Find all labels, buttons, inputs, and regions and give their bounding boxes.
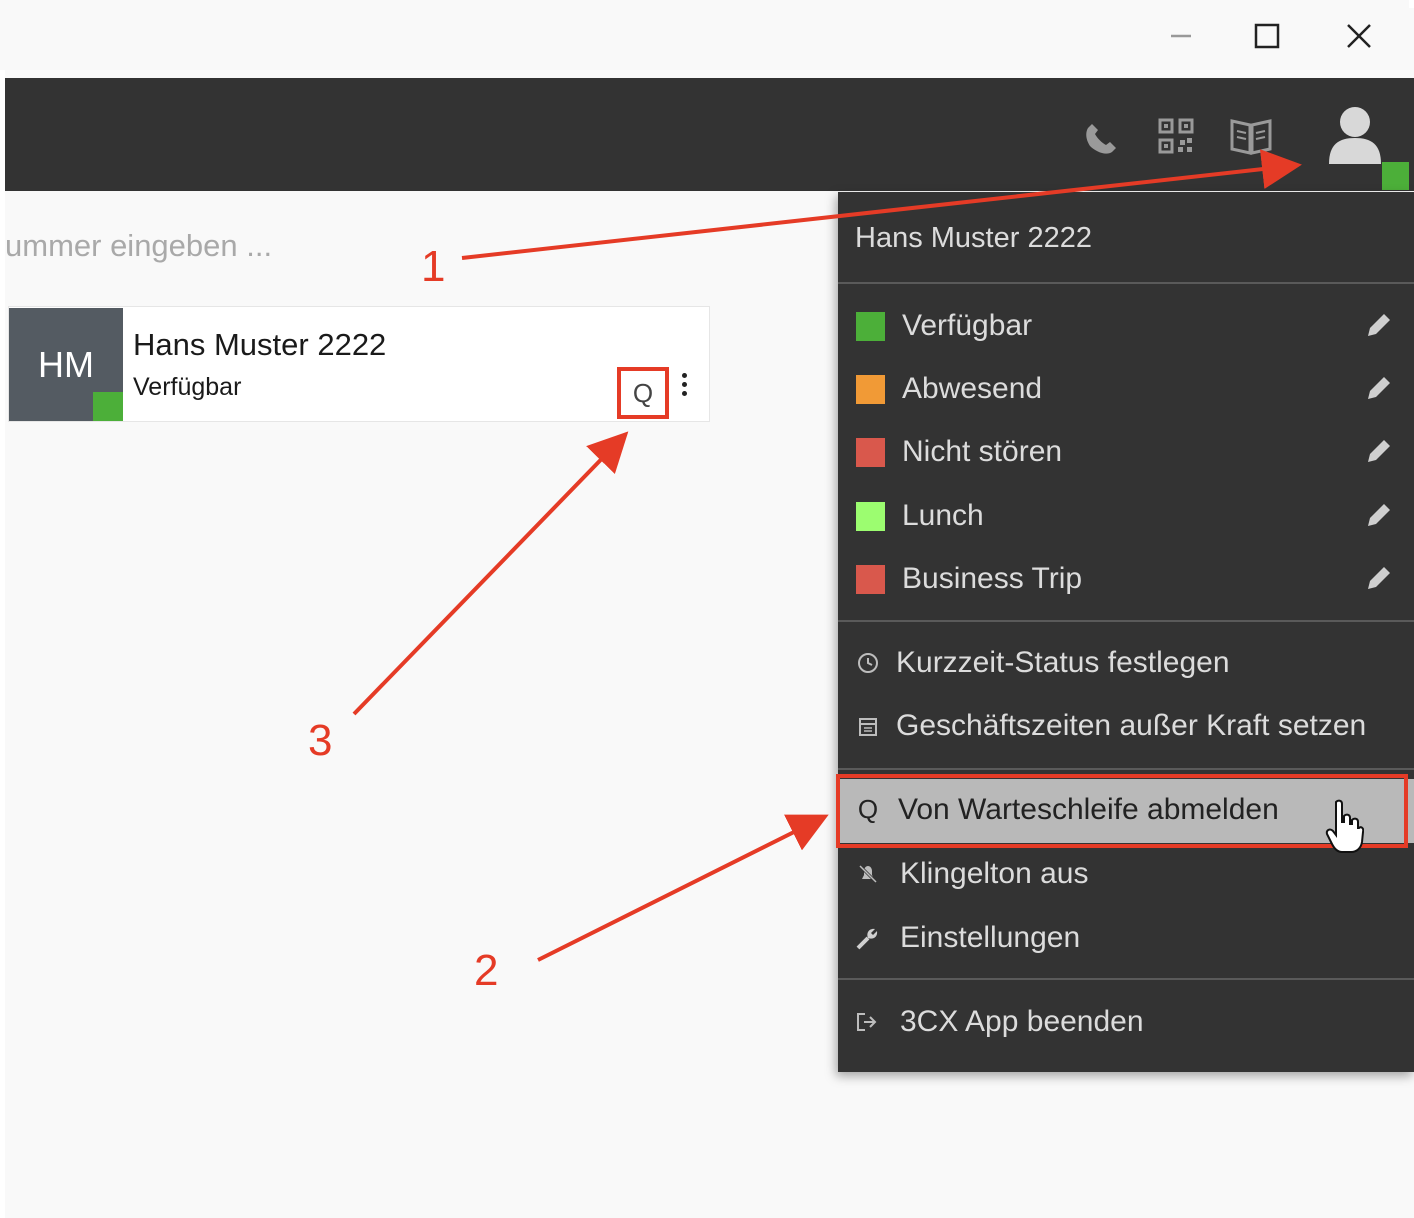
status-item-abwesend[interactable]: Abwesend <box>838 359 1414 421</box>
pencil-icon[interactable] <box>1364 436 1394 466</box>
status-label: Verfügbar <box>902 309 1033 342</box>
status-color-swatch <box>856 438 885 467</box>
avatar-initials: HM <box>38 343 94 385</box>
wrench-icon <box>854 924 882 952</box>
exit-icon <box>854 1008 882 1036</box>
menu-item-app-beenden[interactable]: 3CX App beenden <box>838 992 1414 1054</box>
menu-item-klingelton-aus[interactable]: Klingelton aus <box>838 844 1414 906</box>
bell-off-icon <box>854 860 882 888</box>
status-item-verfuegbar[interactable]: Verfügbar <box>838 296 1414 358</box>
menu-item-kurzzeit-status[interactable]: Kurzzeit-Status festlegen <box>838 633 1414 695</box>
clock-icon <box>854 649 882 677</box>
menu-user-name: Hans Muster 2222 <box>855 222 1092 254</box>
pencil-icon[interactable] <box>1364 500 1394 530</box>
menu-item-label: Klingelton aus <box>900 857 1089 890</box>
search-placeholder: ummer eingeben ... <box>5 228 273 263</box>
app-header <box>5 78 1414 191</box>
status-item-nicht-stoeren[interactable]: Nicht stören <box>838 422 1414 484</box>
more-options-icon[interactable] <box>678 373 690 403</box>
phonebook-icon[interactable] <box>1226 112 1276 160</box>
menu-divider <box>838 282 1414 284</box>
menu-divider <box>838 768 1414 770</box>
minimize-icon[interactable] <box>1158 18 1204 54</box>
menu-item-label: Einstellungen <box>900 921 1081 954</box>
status-color-swatch <box>856 312 885 341</box>
calendar-icon <box>854 712 882 740</box>
menu-item-label: 3CX App beenden <box>900 1005 1144 1038</box>
user-avatar-icon[interactable] <box>1322 102 1388 168</box>
maximize-icon[interactable] <box>1244 18 1290 54</box>
status-label: Abwesend <box>902 372 1043 405</box>
pencil-icon[interactable] <box>1364 373 1394 403</box>
annotation-number-3: 3 <box>308 716 333 765</box>
menu-item-geschaeftszeiten[interactable]: Geschäftszeiten außer Kraft setzen <box>838 696 1414 758</box>
pencil-icon[interactable] <box>1364 310 1394 340</box>
status-label: Business Trip <box>902 562 1083 595</box>
status-color-swatch <box>856 502 885 531</box>
status-item-lunch[interactable]: Lunch <box>838 486 1414 548</box>
qr-code-icon[interactable] <box>1156 116 1196 156</box>
queue-icon: Q <box>632 377 654 408</box>
status-color-swatch <box>856 565 885 594</box>
menu-item-label: Kurzzeit-Status festlegen <box>896 646 1230 679</box>
annotation-number-2: 2 <box>474 946 499 995</box>
status-color-swatch <box>856 375 885 404</box>
contact-name: Hans Muster 2222 <box>133 327 387 362</box>
search-input[interactable]: ummer eingeben ... <box>0 228 400 268</box>
close-icon[interactable] <box>1336 18 1382 54</box>
menu-item-einstellungen[interactable]: Einstellungen <box>838 908 1414 970</box>
menu-divider <box>838 620 1414 622</box>
status-item-business-trip[interactable]: Business Trip <box>838 549 1414 611</box>
status-label: Nicht stören <box>902 435 1063 468</box>
pencil-icon[interactable] <box>1364 563 1394 593</box>
user-status-indicator <box>1382 162 1409 190</box>
phone-icon[interactable] <box>1080 116 1124 160</box>
title-bar <box>0 0 1409 70</box>
menu-divider <box>838 978 1414 980</box>
queue-status-button[interactable]: Q <box>617 367 669 419</box>
status-label: Lunch <box>902 499 984 532</box>
menu-item-label: Geschäftszeiten außer Kraft setzen <box>896 709 1367 742</box>
contact-status: Verfügbar <box>133 373 242 401</box>
contact-status-indicator <box>93 392 123 421</box>
annotation-number-1: 1 <box>421 242 446 291</box>
